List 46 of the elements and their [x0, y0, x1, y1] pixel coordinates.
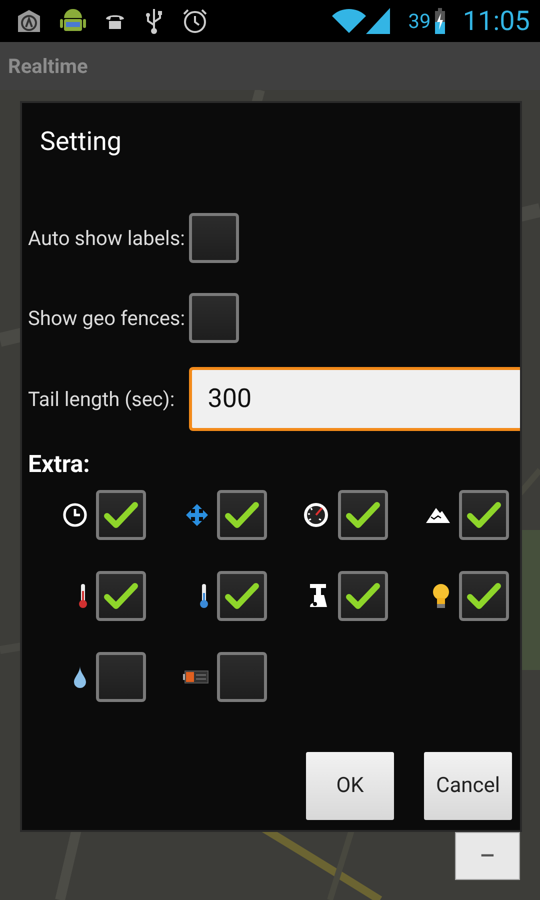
checkbox[interactable]: [96, 571, 146, 621]
dialog-title: Setting: [39, 126, 122, 159]
check-mark-icon: [104, 501, 138, 529]
app-icon: [16, 8, 42, 34]
mountain-icon: [425, 506, 451, 524]
zoom-out-button[interactable]: −: [455, 832, 520, 880]
checkbox[interactable]: [96, 652, 146, 702]
thermometer-icon: [199, 583, 209, 609]
check-mark-icon: [346, 501, 380, 529]
check-mark-icon: [467, 582, 501, 610]
check-mark-icon: [346, 582, 380, 610]
checkbox[interactable]: [459, 571, 509, 621]
wifi-icon: [332, 8, 366, 34]
check-mark-icon: [104, 582, 138, 610]
checkbox[interactable]: [217, 571, 267, 621]
checkbox[interactable]: [189, 213, 240, 263]
battery-icon: [434, 8, 445, 34]
thermometer-icon: [78, 583, 88, 609]
check-mark-icon: [467, 501, 501, 529]
checkbox[interactable]: [217, 652, 267, 702]
app-title: Realtime: [8, 54, 88, 78]
tail-length-field[interactable]: 300: [188, 367, 520, 431]
ok-button[interactable]: OK: [306, 752, 394, 820]
field-label: Tail length (sec):: [28, 387, 175, 411]
battery-level: 39: [408, 9, 431, 33]
check-mark-icon: [225, 501, 259, 529]
checkbox[interactable]: [338, 571, 388, 621]
clock-time: 11:05: [462, 5, 530, 37]
checkbox[interactable]: [189, 293, 240, 343]
battery-icon: [183, 670, 209, 684]
cancel-button[interactable]: Cancel: [424, 752, 512, 820]
light-bulb-icon: [431, 582, 451, 610]
checkbox[interactable]: [217, 490, 267, 540]
four-way-arrow-icon: [185, 503, 209, 527]
clock-icon: [62, 502, 88, 528]
signal-icon: [366, 8, 390, 34]
usb-icon: [144, 7, 164, 35]
section-heading: Extra:: [28, 449, 90, 480]
option-label: Auto show labels:: [28, 226, 186, 250]
check-mark-icon: [225, 582, 259, 610]
checkbox[interactable]: [96, 490, 146, 540]
option-label: Show geo fences:: [28, 306, 186, 330]
gauge-icon: [302, 501, 330, 529]
checkbox[interactable]: [338, 490, 388, 540]
checkbox[interactable]: [459, 490, 509, 540]
alarm-clock-icon: [182, 8, 208, 34]
